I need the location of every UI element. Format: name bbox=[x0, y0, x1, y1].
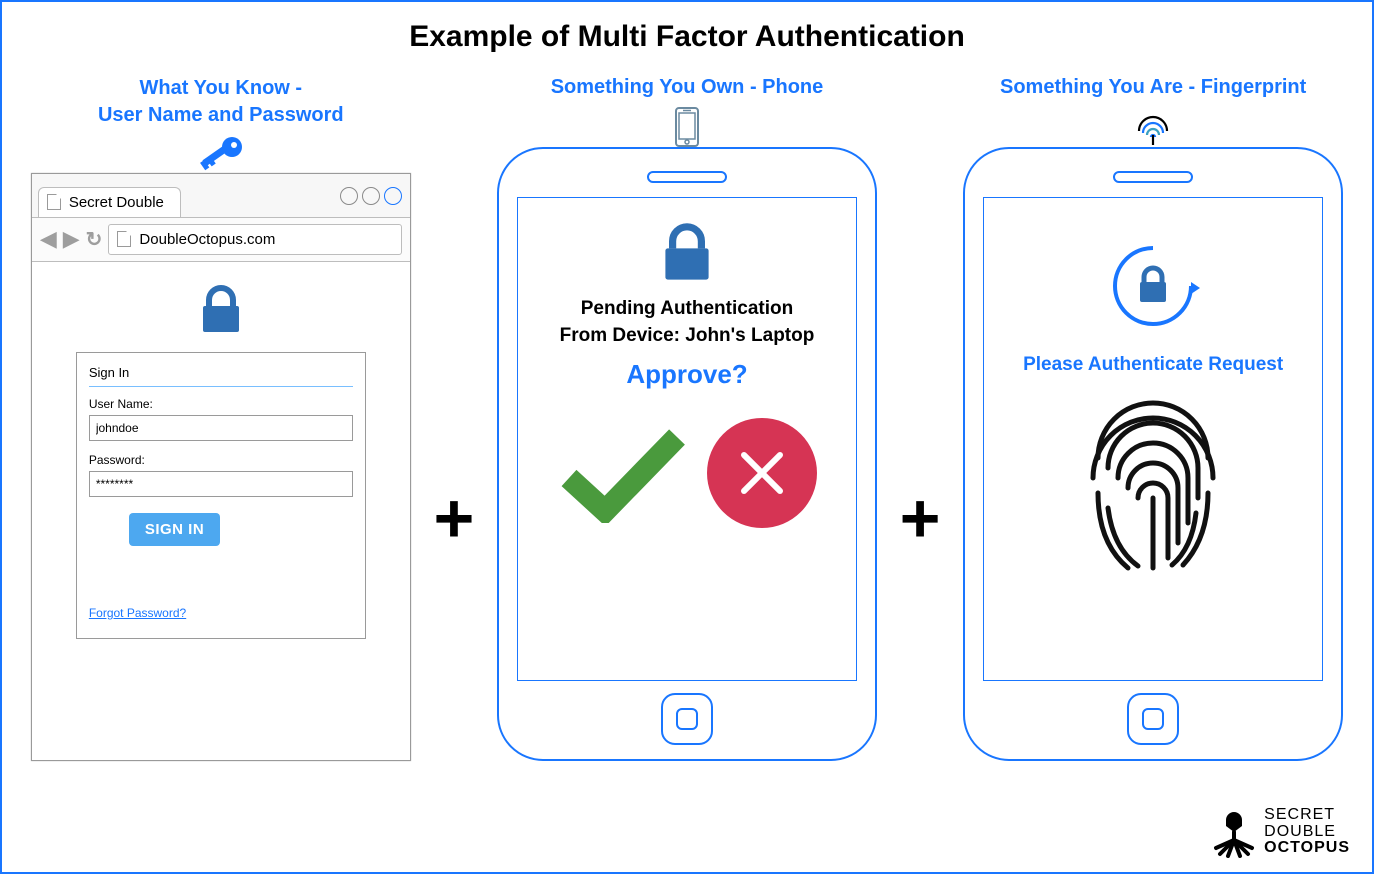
signin-button[interactable]: SIGN IN bbox=[129, 513, 220, 546]
home-button[interactable] bbox=[1127, 693, 1179, 745]
deny-x-icon[interactable] bbox=[707, 418, 817, 528]
phone-speaker bbox=[647, 171, 727, 183]
brand-logo: SECRET DOUBLE OCTOPUS bbox=[1212, 806, 1350, 858]
lock-icon bbox=[660, 222, 714, 282]
fingerprint-large-icon[interactable] bbox=[1068, 398, 1238, 588]
page-title: Example of Multi Factor Authentication bbox=[22, 20, 1352, 54]
file-icon bbox=[47, 194, 61, 210]
approve-buttons-row bbox=[557, 418, 817, 528]
file-icon bbox=[117, 231, 131, 247]
factor-are-column: Something You Are - Fingerprint bbox=[963, 74, 1343, 761]
pending-auth-text: Pending Authentication From Device: John… bbox=[560, 296, 815, 349]
signin-card: Sign In User Name: Password: SIGN IN For… bbox=[76, 352, 366, 639]
factor-are-heading: Something You Are - Fingerprint bbox=[1000, 74, 1306, 101]
phone-screen-approve: Pending Authentication From Device: John… bbox=[517, 197, 857, 681]
browser-mock: Secret Double ◀ ▶ ↻ DoubleOctopus.com bbox=[31, 173, 411, 761]
factor-know-heading: What You Know - User Name and Password bbox=[98, 75, 344, 129]
key-icon bbox=[198, 135, 244, 173]
url-text: DoubleOctopus.com bbox=[139, 231, 275, 248]
phone-mock-approve: Pending Authentication From Device: John… bbox=[497, 147, 877, 761]
brand-line: SECRET bbox=[1264, 807, 1350, 824]
factor-own-column: Something You Own - Phone Pending Authen… bbox=[497, 74, 877, 761]
plus-separator: + bbox=[433, 283, 474, 553]
factor-heading-line: What You Know - bbox=[140, 77, 303, 99]
username-input[interactable] bbox=[89, 415, 353, 441]
tab-title: Secret Double bbox=[69, 194, 164, 211]
octopus-icon bbox=[1212, 806, 1256, 858]
brand-line: OCTOPUS bbox=[1264, 840, 1350, 857]
window-button[interactable] bbox=[384, 187, 402, 205]
forgot-password-link[interactable]: Forgot Password? bbox=[89, 606, 186, 620]
pending-line: From Device: John's Laptop bbox=[560, 325, 815, 346]
factor-know-column: What You Know - User Name and Password bbox=[31, 75, 411, 761]
window-button[interactable] bbox=[362, 187, 380, 205]
lock-icon bbox=[199, 284, 243, 334]
window-button[interactable] bbox=[340, 187, 358, 205]
phone-mock-fingerprint: Please Authenticate Request bbox=[963, 147, 1343, 761]
factor-own-heading: Something You Own - Phone bbox=[551, 74, 824, 101]
factor-heading-line: User Name and Password bbox=[98, 104, 344, 126]
fingerprint-small-icon bbox=[1133, 107, 1173, 147]
browser-tab[interactable]: Secret Double bbox=[38, 187, 181, 217]
reload-icon[interactable]: ↻ bbox=[86, 227, 103, 252]
authenticate-request-text: Please Authenticate Request bbox=[1023, 354, 1283, 376]
password-input[interactable] bbox=[89, 471, 353, 497]
brand-text: SECRET DOUBLE OCTOPUS bbox=[1264, 807, 1350, 857]
diagram-frame: Example of Multi Factor Authentication W… bbox=[0, 0, 1374, 874]
url-bar[interactable]: DoubleOctopus.com bbox=[108, 224, 401, 255]
browser-toolbar: ◀ ▶ ↻ DoubleOctopus.com bbox=[32, 218, 410, 262]
phone-speaker bbox=[1113, 171, 1193, 183]
home-button[interactable] bbox=[661, 693, 713, 745]
phone-screen-fingerprint: Please Authenticate Request bbox=[983, 197, 1323, 681]
phone-icon bbox=[673, 107, 701, 147]
back-icon[interactable]: ◀ bbox=[40, 226, 57, 252]
lock-rotate-icon bbox=[1098, 236, 1208, 336]
factors-row: What You Know - User Name and Password bbox=[22, 74, 1352, 761]
plus-separator: + bbox=[900, 283, 941, 553]
browser-body: Sign In User Name: Password: SIGN IN For… bbox=[32, 262, 410, 651]
window-controls[interactable] bbox=[340, 187, 402, 209]
pending-line: Pending Authentication bbox=[581, 298, 794, 319]
brand-line: DOUBLE bbox=[1264, 824, 1350, 841]
approve-check-icon[interactable] bbox=[557, 423, 687, 523]
browser-tabstrip: Secret Double bbox=[32, 174, 410, 218]
username-label: User Name: bbox=[89, 397, 353, 411]
password-label: Password: bbox=[89, 453, 353, 467]
card-title: Sign In bbox=[89, 365, 353, 387]
approve-question: Approve? bbox=[626, 359, 747, 390]
forward-icon[interactable]: ▶ bbox=[63, 226, 80, 252]
